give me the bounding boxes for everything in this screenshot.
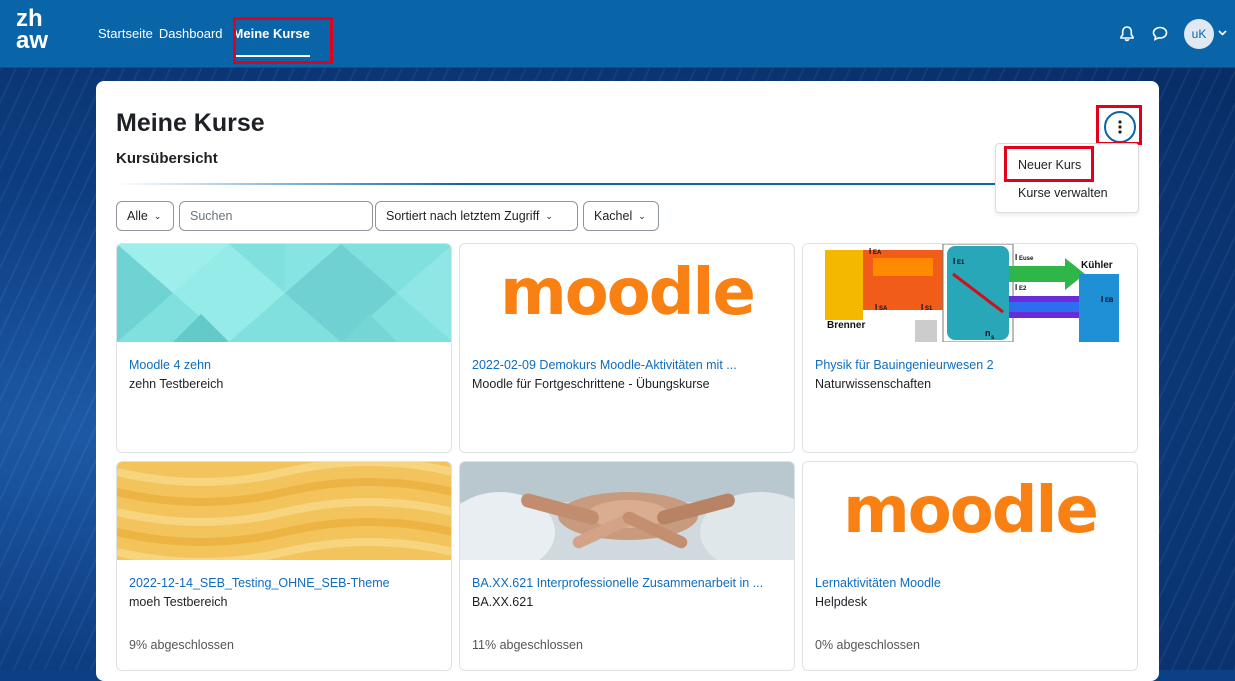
nav-startseite[interactable]: Startseite (98, 0, 153, 67)
bell-icon[interactable] (1120, 25, 1134, 42)
physics-diagram: Brenner Kühler I EA I E1 I Euse I E2 I S… (803, 244, 1137, 342)
course-category: Naturwissenschaften (815, 377, 932, 391)
course-title[interactable]: 2022-02-09 Demokurs Moodle-Aktivitäten m… (472, 358, 737, 372)
svg-text:E1: E1 (957, 260, 965, 266)
moodle-logo: moodle (843, 474, 1099, 548)
course-image: moodle (803, 462, 1137, 560)
avatar[interactable]: uK (1184, 18, 1214, 49)
svg-text:I: I (875, 303, 877, 312)
svg-text:n: n (985, 328, 991, 338)
course-progress: 0% abgeschlossen (815, 638, 920, 652)
svg-text:E2: E2 (1019, 286, 1027, 292)
svg-text:I: I (921, 303, 923, 312)
course-progress: 11% abgeschlossen (472, 638, 583, 652)
chevron-down-icon: ⌄ (638, 210, 646, 221)
page-title: Meine Kurse (116, 109, 265, 137)
course-title[interactable]: BA.XX.621 Interprofessionelle Zusammenar… (472, 576, 763, 590)
chevron-down-icon[interactable] (1218, 28, 1227, 39)
course-title[interactable]: Lernaktivitäten Moodle (815, 576, 941, 590)
course-category: Helpdesk (815, 595, 868, 609)
course-card[interactable]: moodle 2022-02-09 Demokurs Moodle-Aktivi… (459, 243, 795, 453)
highlight-box-menu (1096, 105, 1142, 145)
course-card[interactable]: Moodle 4 zehn zehn Testbereich (116, 243, 452, 453)
course-title[interactable]: Physik für Bauingenieurwesen 2 (815, 358, 994, 372)
course-title[interactable]: 2022-12-14_SEB_Testing_OHNE_SEB-Theme (129, 576, 390, 590)
svg-text:I: I (1015, 283, 1017, 292)
course-category: BA.XX.621 (472, 595, 534, 609)
diagram-label-brenner: Brenner (827, 320, 865, 331)
highlight-box-neuer-kurs (1004, 146, 1094, 182)
main-content-card: Meine Kurse Kursübersicht Neuer Kurs Kur… (96, 81, 1159, 681)
zhaw-logo[interactable]: zh aw (16, 7, 68, 58)
course-category: moeh Testbereich (129, 595, 228, 609)
course-progress: 9% abgeschlossen (129, 638, 234, 652)
moodle-logo: moodle (500, 256, 756, 330)
highlight-box-nav (233, 17, 333, 64)
search-input[interactable]: Suchen (179, 201, 373, 231)
section-title: Kursübersicht (116, 150, 218, 167)
svg-text:EB: EB (1105, 298, 1114, 304)
course-card[interactable]: Brenner Kühler I EA I E1 I Euse I E2 I S… (802, 243, 1138, 453)
chevron-down-icon: ⌄ (153, 210, 162, 221)
course-card[interactable]: 2022-12-14_SEB_Testing_OHNE_SEB-Theme mo… (116, 461, 452, 671)
svg-text:I: I (1015, 253, 1017, 262)
svg-text:I: I (953, 257, 955, 266)
course-category: Moodle für Fortgeschrittene - Übungskurs… (472, 377, 710, 391)
course-card[interactable]: moodle Lernaktivitäten Moodle Helpdesk 0… (802, 461, 1138, 671)
svg-text:S1: S1 (925, 306, 933, 312)
actions-dropdown: Neuer Kurs Kurse verwalten (995, 143, 1139, 213)
menu-item-kurse-verwalten[interactable]: Kurse verwalten (1018, 186, 1108, 200)
search-placeholder: Suchen (190, 209, 233, 223)
sort-value: Sortiert nach letztem Zugriff (386, 209, 540, 223)
course-card[interactable]: BA.XX.621 Interprofessionelle Zusammenar… (459, 461, 795, 671)
course-image (117, 244, 451, 342)
user-tools: uK (1102, 0, 1227, 67)
svg-text:Euse: Euse (1019, 256, 1034, 262)
view-value: Kachel (594, 209, 633, 223)
course-image (117, 462, 451, 560)
svg-text:SA: SA (879, 306, 888, 312)
chat-icon[interactable] (1152, 26, 1168, 41)
course-image (460, 462, 794, 560)
sort-select[interactable]: Sortiert nach letztem Zugriff ⌄ (375, 201, 578, 231)
nav-dashboard[interactable]: Dashboard (159, 0, 223, 67)
course-image: Brenner Kühler I EA I E1 I Euse I E2 I S… (803, 244, 1137, 342)
svg-text:EA: EA (873, 250, 882, 256)
svg-text:S2: S2 (1035, 326, 1043, 332)
grouping-select[interactable]: Alle ⌄ (116, 201, 174, 231)
diagram-label-kuehler: Kühler (1081, 260, 1113, 271)
course-category: zehn Testbereich (129, 377, 224, 391)
svg-text:I: I (1031, 323, 1033, 332)
view-select[interactable]: Kachel ⌄ (583, 201, 659, 231)
section-divider (116, 183, 996, 185)
svg-text:I: I (1101, 295, 1103, 304)
grouping-value: Alle (127, 209, 148, 223)
logo-line-2: aw (16, 27, 49, 54)
course-image: moodle (460, 244, 794, 342)
svg-text:I: I (869, 247, 871, 256)
top-navbar: zh aw Startseite Dashboard Meine Kurse u… (0, 0, 1235, 68)
chevron-down-icon: ⌄ (545, 210, 553, 221)
course-title[interactable]: Moodle 4 zehn (129, 358, 211, 372)
